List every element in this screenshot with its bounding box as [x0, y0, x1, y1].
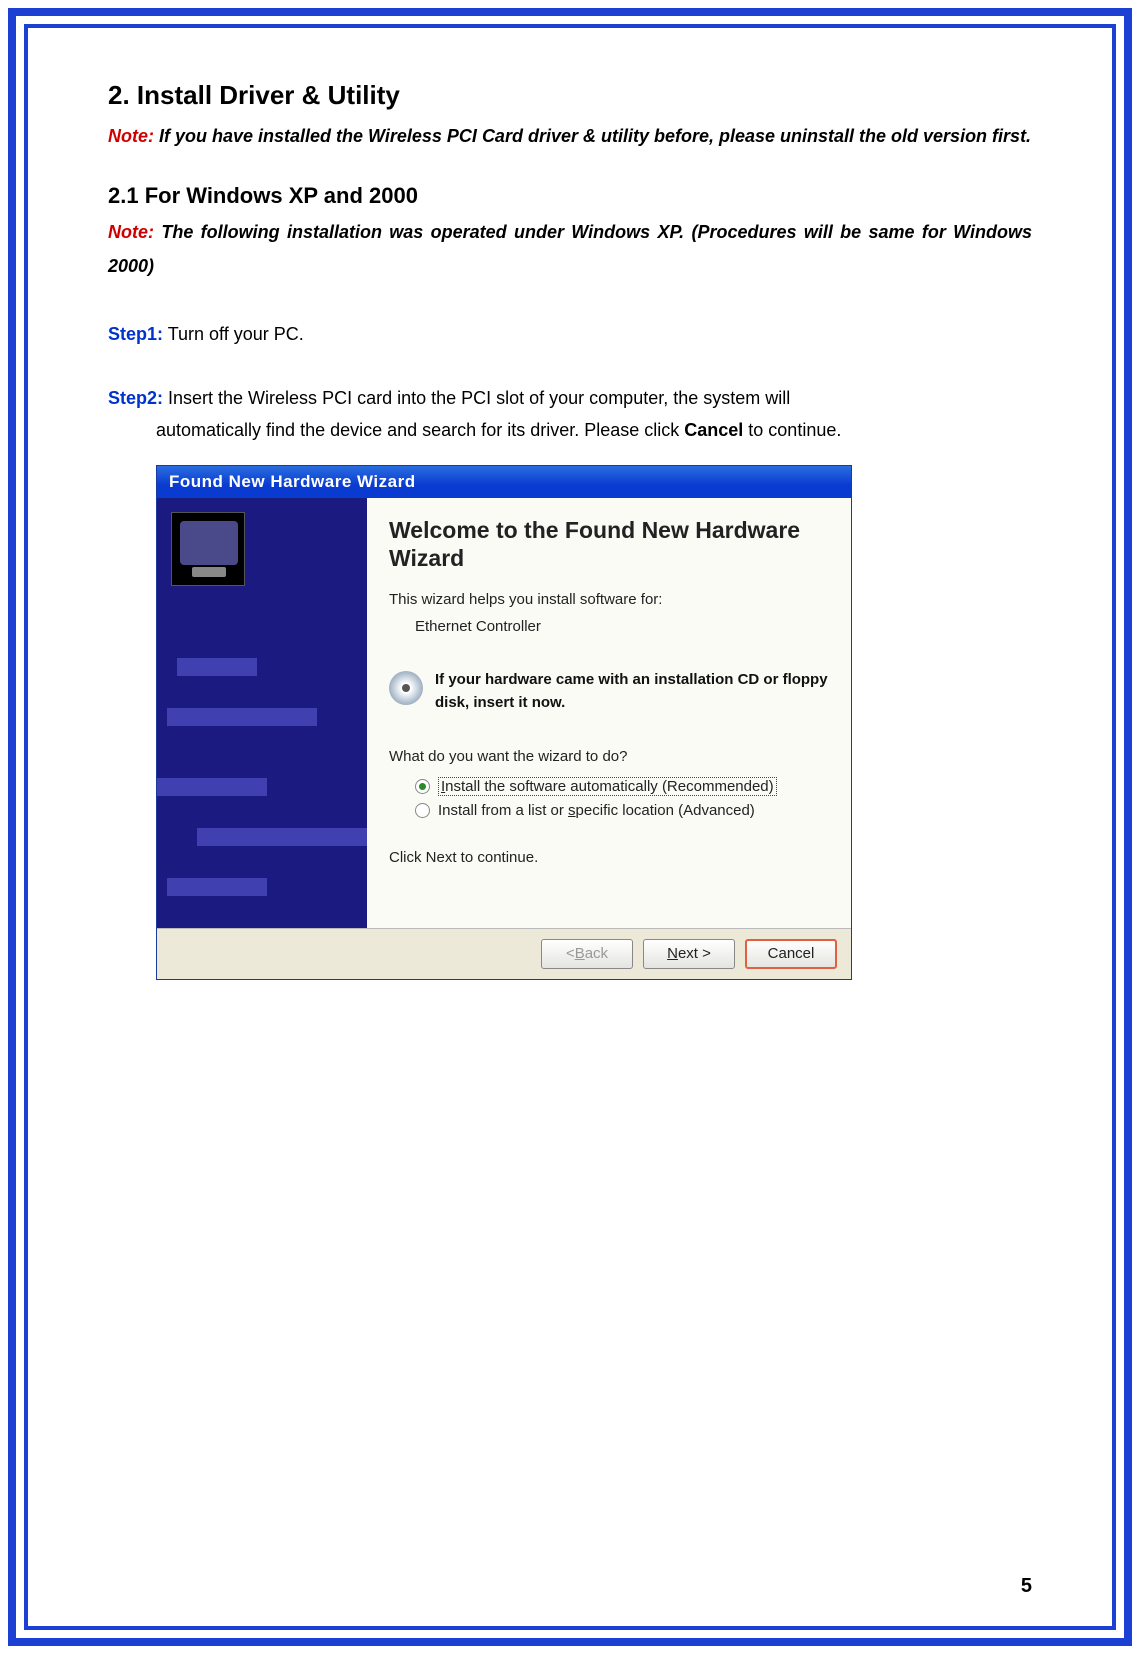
wizard-help-text: This wizard helps you install software f… — [389, 591, 829, 608]
radio-icon — [415, 779, 430, 794]
note-1: Note: If you have installed the Wireless… — [108, 119, 1032, 153]
note-text: The following installation was operated … — [108, 222, 1032, 276]
section-heading: 2. Install Driver & Utility — [108, 80, 1032, 111]
next-button[interactable]: Next > — [643, 939, 735, 969]
radio-install-specific[interactable]: Install from a list or specific location… — [415, 802, 829, 819]
step-text: to continue. — [743, 420, 841, 440]
radio-label: Install from a list or — [438, 802, 568, 819]
continue-text: Click Next to continue. — [389, 849, 829, 866]
radio-install-auto[interactable]: Install the software automatically (Reco… — [415, 777, 829, 796]
page-number: 5 — [1021, 1575, 1032, 1598]
note-label: Note: — [108, 222, 154, 242]
cd-instruction: If your hardware came with an installati… — [435, 669, 829, 714]
step-text: Insert the Wireless PCI card into the PC… — [163, 388, 790, 408]
wizard-footer: < Back Next > Cancel — [157, 928, 851, 979]
step-1: Step1: Turn off your PC. — [108, 318, 1032, 350]
note-label: Note: — [108, 126, 154, 146]
radio-label-u: s — [568, 802, 576, 819]
step-text: automatically find the device and search… — [156, 420, 684, 440]
radio-label: pecific location (Advanced) — [576, 802, 755, 819]
computer-icon — [171, 512, 245, 586]
wizard-question: What do you want the wizard to do? — [389, 748, 829, 765]
step-bold: Cancel — [684, 420, 743, 440]
back-button: < Back — [541, 939, 633, 969]
wizard-title: Welcome to the Found New Hardware Wizard — [389, 516, 829, 574]
step-label: Step1: — [108, 324, 163, 344]
wizard-sidebar-graphic — [157, 498, 367, 928]
step-text: Turn off your PC. — [163, 324, 304, 344]
subsection-heading: 2.1 For Windows XP and 2000 — [108, 183, 1032, 209]
device-name: Ethernet Controller — [389, 618, 829, 635]
radio-label: nstall the software automatically (Recom… — [445, 778, 773, 795]
note-text: If you have installed the Wireless PCI C… — [154, 126, 1031, 146]
note-2: Note: The following installation was ope… — [108, 215, 1032, 283]
wizard-body: Welcome to the Found New Hardware Wizard… — [157, 498, 851, 928]
step-label: Step2: — [108, 388, 163, 408]
radio-group: Install the software automatically (Reco… — [389, 777, 829, 819]
window-titlebar: Found New Hardware Wizard — [157, 466, 851, 498]
radio-icon — [415, 803, 430, 818]
found-new-hardware-wizard: Found New Hardware Wizard Welcome to the… — [156, 465, 852, 980]
cancel-button[interactable]: Cancel — [745, 939, 837, 969]
cd-icon — [389, 671, 423, 705]
step-2: Step2: Insert the Wireless PCI card into… — [108, 382, 1032, 447]
wizard-content: Welcome to the Found New Hardware Wizard… — [367, 498, 851, 928]
